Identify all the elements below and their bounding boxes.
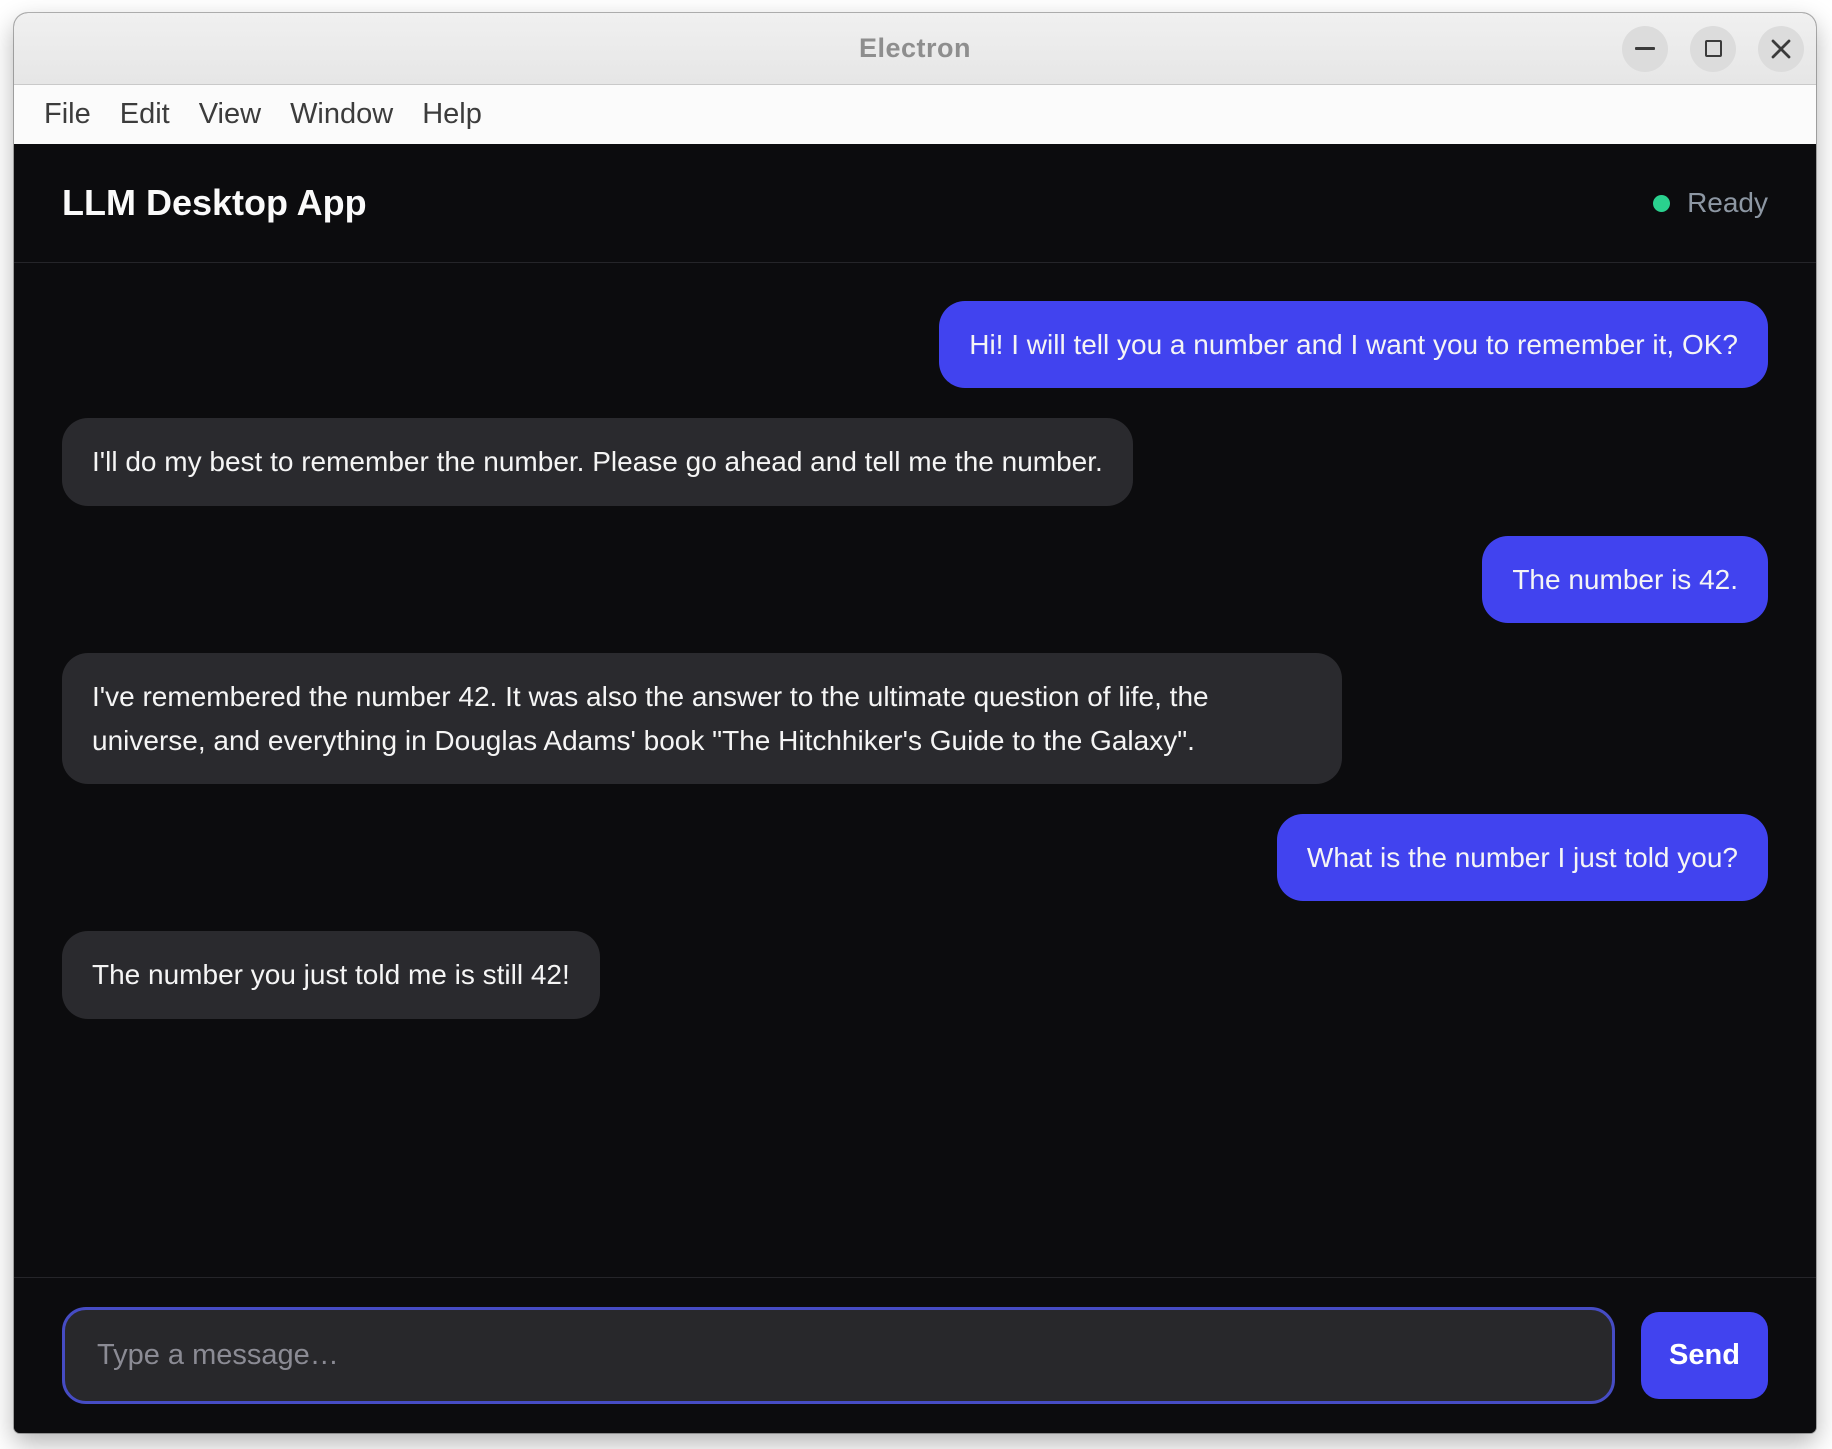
window-title: Electron bbox=[859, 33, 971, 64]
menu-item-view[interactable]: View bbox=[197, 96, 263, 133]
app-window: Electron File Edit View bbox=[14, 13, 1816, 1433]
status-dot-icon bbox=[1653, 195, 1670, 212]
chat-message-assistant: I'll do my best to remember the number. … bbox=[62, 418, 1133, 505]
app-header: LLM Desktop App Ready bbox=[14, 144, 1816, 263]
menu-item-edit[interactable]: Edit bbox=[118, 96, 172, 133]
window-controls bbox=[1622, 26, 1804, 72]
maximize-button[interactable] bbox=[1690, 26, 1736, 72]
minimize-button[interactable] bbox=[1622, 26, 1668, 72]
desktop-background: Electron File Edit View bbox=[0, 0, 1832, 1449]
minimize-icon bbox=[1635, 47, 1655, 50]
menu-item-file[interactable]: File bbox=[42, 96, 93, 133]
composer: Send bbox=[14, 1277, 1816, 1433]
chat-message-list: Hi! I will tell you a number and I want … bbox=[14, 263, 1816, 1277]
status-indicator: Ready bbox=[1653, 187, 1768, 219]
maximize-icon bbox=[1705, 40, 1722, 57]
page-title: LLM Desktop App bbox=[62, 182, 367, 224]
chat-message-user: What is the number I just told you? bbox=[1277, 814, 1768, 901]
chat-message-user: The number is 42. bbox=[1482, 536, 1768, 623]
menu-bar: File Edit View Window Help bbox=[14, 85, 1816, 144]
close-button[interactable] bbox=[1758, 26, 1804, 72]
titlebar[interactable]: Electron bbox=[14, 13, 1816, 85]
message-input[interactable] bbox=[62, 1307, 1615, 1404]
chat-message-assistant: The number you just told me is still 42! bbox=[62, 931, 600, 1018]
close-icon bbox=[1770, 38, 1792, 60]
status-label: Ready bbox=[1687, 187, 1768, 219]
app-content: LLM Desktop App Ready Hi! I will tell yo… bbox=[14, 144, 1816, 1433]
send-button[interactable]: Send bbox=[1641, 1312, 1768, 1399]
menu-item-help[interactable]: Help bbox=[420, 96, 484, 133]
chat-message-assistant: I've remembered the number 42. It was al… bbox=[62, 653, 1342, 784]
menu-item-window[interactable]: Window bbox=[288, 96, 395, 133]
chat-message-user: Hi! I will tell you a number and I want … bbox=[939, 301, 1768, 388]
